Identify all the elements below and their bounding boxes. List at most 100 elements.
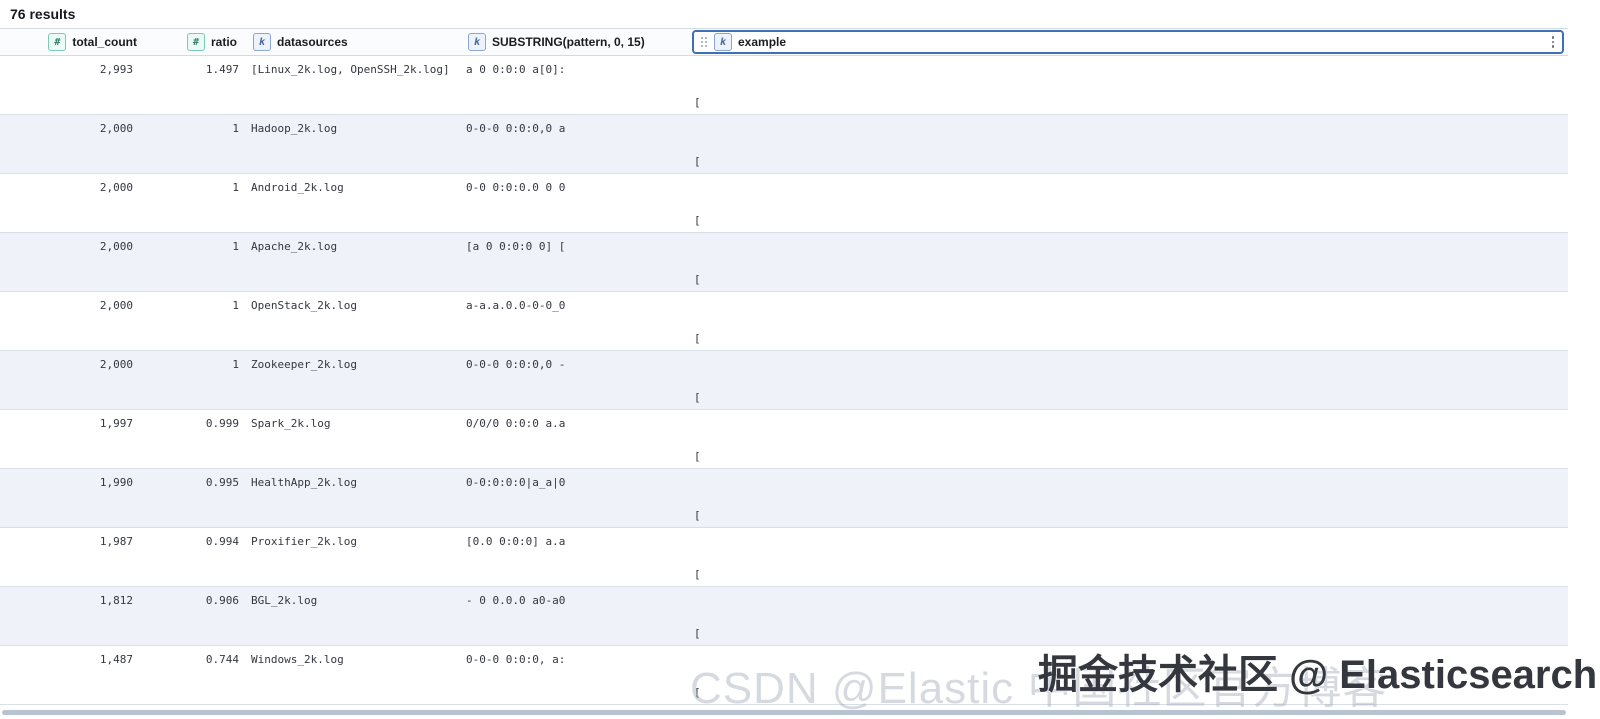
example-open-bracket: [ (694, 214, 701, 227)
selected-column-header-box[interactable]: k example (692, 30, 1564, 54)
table-row[interactable]: 2,993 1.497 [Linux_2k.log, OpenSSH_2k.lo… (0, 56, 1568, 115)
example-open-bracket: [ (694, 627, 701, 640)
cell-example[interactable]: [ 2015-08-25 11:26:28,145 - INFO [Quorum… (688, 351, 1568, 409)
cell-ratio[interactable]: 1 (145, 233, 245, 291)
cell-datasources[interactable]: Zookeeper_2k.log (245, 351, 460, 409)
cell-example[interactable]: [ Jun 30 20:53:06 combo klogind[19285]: … (688, 56, 1568, 114)
table-row[interactable]: 2,000 1 Zookeeper_2k.log 0-0-0 0:0:0,0 -… (0, 351, 1568, 410)
column-header-label: total_count (72, 35, 137, 49)
cell-total-count[interactable]: 2,000 (0, 351, 145, 409)
cell-datasources[interactable]: Proxifier_2k.log (245, 528, 460, 586)
cell-ratio[interactable]: 0.995 (145, 469, 245, 527)
column-header-label: example (738, 35, 787, 49)
cell-substring[interactable]: [0.0 0:0:0] a.a (460, 528, 688, 586)
cell-total-count[interactable]: 1,812 (0, 587, 145, 645)
cell-example[interactable]: [ 2015-10-18 18:10:55,202 WARN [LeaseRen… (688, 115, 1568, 173)
cell-total-count[interactable]: 2,000 (0, 174, 145, 232)
grid-body: 2,993 1.497 [Linux_2k.log, OpenSSH_2k.lo… (0, 56, 1568, 705)
cell-datasources[interactable]: Apache_2k.log (245, 233, 460, 291)
cell-substring[interactable]: 0-0:0:0:0|a_a|0 (460, 469, 688, 527)
column-header-ratio[interactable]: # ratio (145, 29, 245, 55)
cell-example[interactable]: [ 17/06/09 20:11:11 INFO storage.BlockMa… (688, 410, 1568, 468)
cell-total-count[interactable]: 2,000 (0, 115, 145, 173)
results-count: 76 results (10, 6, 76, 22)
table-row[interactable]: 1,997 0.999 Spark_2k.log 0/0/0 0:0:0 a.a… (0, 410, 1568, 469)
esql-results-panel: 76 results # total_count # ratio k datas… (0, 0, 1600, 719)
column-menu-kebab-icon[interactable] (1550, 34, 1557, 50)
cell-ratio[interactable]: 0.999 (145, 410, 245, 468)
table-row[interactable]: 2,000 1 Android_2k.log 0-0 0:0:0.0 0 0 [… (0, 174, 1568, 233)
example-open-bracket: [ (694, 155, 701, 168)
cell-total-count[interactable]: 2,000 (0, 292, 145, 350)
keyword-type-icon: k (714, 33, 732, 51)
example-open-bracket: [ (694, 686, 701, 699)
table-row[interactable]: 2,000 1 OpenStack_2k.log a-a.a.0.0-0-0_0… (0, 292, 1568, 351)
cell-datasources[interactable]: BGL_2k.log (245, 587, 460, 645)
example-open-bracket: [ (694, 273, 701, 286)
column-header-example[interactable]: k example (688, 29, 1568, 55)
cell-example[interactable]: [ 20171224-1:2:35:789|Step_LSC|30002312|… (688, 469, 1568, 527)
cell-substring[interactable]: 0-0-0 0:0:0,0 - (460, 351, 688, 409)
cell-substring[interactable]: a-a.a.0.0-0-0_0 (460, 292, 688, 350)
cell-datasources[interactable]: OpenStack_2k.log (245, 292, 460, 350)
drag-handle-icon[interactable] (700, 36, 708, 48)
table-row[interactable]: 1,487 0.744 Windows_2k.log 0-0-0 0:0:0, … (0, 646, 1568, 705)
cell-substring[interactable]: 0/0/0 0:0:0 a.a (460, 410, 688, 468)
cell-substring[interactable]: 0-0 0:0:0.0 0 0 (460, 174, 688, 232)
cell-total-count[interactable]: 1,997 (0, 410, 145, 468)
cell-datasources[interactable]: HealthApp_2k.log (245, 469, 460, 527)
cell-ratio[interactable]: 0.906 (145, 587, 245, 645)
column-header-label: datasources (277, 35, 348, 49)
cell-example[interactable]: [ nova-scheduler.log.1.2017-05-16_13:53:… (688, 292, 1568, 350)
cell-ratio[interactable]: 1.497 (145, 56, 245, 114)
table-row[interactable]: 2,000 1 Hadoop_2k.log 0-0-0 0:0:0,0 a [ … (0, 115, 1568, 174)
example-open-bracket: [ (694, 391, 701, 404)
cell-substring[interactable]: 0-0-0 0:0:0,0 a (460, 115, 688, 173)
table-row[interactable]: 2,000 1 Apache_2k.log [a 0 0:0:0 0] [ [ … (0, 233, 1568, 292)
cell-ratio[interactable]: 1 (145, 174, 245, 232)
cell-substring[interactable]: - 0 0.0.0 a0-a0 (460, 587, 688, 645)
number-type-icon: # (186, 33, 205, 51)
example-open-bracket: [ (694, 450, 701, 463)
example-open-bracket: [ (694, 568, 701, 581)
table-row[interactable]: 1,990 0.995 HealthApp_2k.log 0-0:0:0:0|a… (0, 469, 1568, 528)
cell-example[interactable]: [ 03-17 16:16:09.141 1702 1820 I Display… (688, 174, 1568, 232)
horizontal-scrollbar[interactable] (2, 710, 1566, 715)
example-open-bracket: [ (694, 509, 701, 522)
cell-example[interactable]: [ [10.30 21:21:48] chrome.exe - proxy.cs… (688, 528, 1568, 586)
cell-datasources[interactable]: [Linux_2k.log, OpenSSH_2k.log] (245, 56, 460, 114)
data-grid: # total_count # ratio k datasources k SU… (0, 28, 1568, 705)
cell-total-count[interactable]: 1,487 (0, 646, 145, 704)
cell-datasources[interactable]: Spark_2k.log (245, 410, 460, 468)
cell-example[interactable]: [ - 1136301189 2006.01.03 R07-M0-N0-I:J1… (688, 587, 1568, 645)
example-open-bracket: [ (694, 96, 701, 109)
cell-datasources[interactable]: Hadoop_2k.log (245, 115, 460, 173)
cell-ratio[interactable]: 1 (145, 292, 245, 350)
column-header-datasources[interactable]: k datasources (245, 29, 460, 55)
cell-example[interactable]: [ 2016-09-29 02:04:40, Info CBS Session:… (688, 646, 1568, 704)
keyword-type-icon: k (468, 33, 486, 51)
cell-total-count[interactable]: 1,990 (0, 469, 145, 527)
cell-total-count[interactable]: 2,993 (0, 56, 145, 114)
cell-example[interactable]: [ [Sun Dec 04 20:47:17 2005] [notice] wo… (688, 233, 1568, 291)
cell-ratio[interactable]: 1 (145, 115, 245, 173)
cell-datasources[interactable]: Android_2k.log (245, 174, 460, 232)
table-row[interactable]: 1,987 0.994 Proxifier_2k.log [0.0 0:0:0]… (0, 528, 1568, 587)
cell-datasources[interactable]: Windows_2k.log (245, 646, 460, 704)
cell-substring[interactable]: [a 0 0:0:0 0] [ (460, 233, 688, 291)
cell-ratio[interactable]: 0.744 (145, 646, 245, 704)
column-header-substring[interactable]: k SUBSTRING(pattern, 0, 15) (460, 29, 688, 55)
cell-substring[interactable]: 0-0-0 0:0:0, a: (460, 646, 688, 704)
cell-substring[interactable]: a 0 0:0:0 a[0]: (460, 56, 688, 114)
column-header-total-count[interactable]: # total_count (0, 29, 145, 55)
cell-ratio[interactable]: 0.994 (145, 528, 245, 586)
column-header-label: SUBSTRING(pattern, 0, 15) (492, 35, 645, 49)
cell-ratio[interactable]: 1 (145, 351, 245, 409)
table-row[interactable]: 1,812 0.906 BGL_2k.log - 0 0.0.0 a0-a0 [… (0, 587, 1568, 646)
column-header-label: ratio (210, 35, 237, 49)
number-type-icon: # (48, 33, 67, 51)
keyword-type-icon: k (253, 33, 271, 51)
grid-header-row: # total_count # ratio k datasources k SU… (0, 28, 1568, 56)
cell-total-count[interactable]: 1,987 (0, 528, 145, 586)
cell-total-count[interactable]: 2,000 (0, 233, 145, 291)
